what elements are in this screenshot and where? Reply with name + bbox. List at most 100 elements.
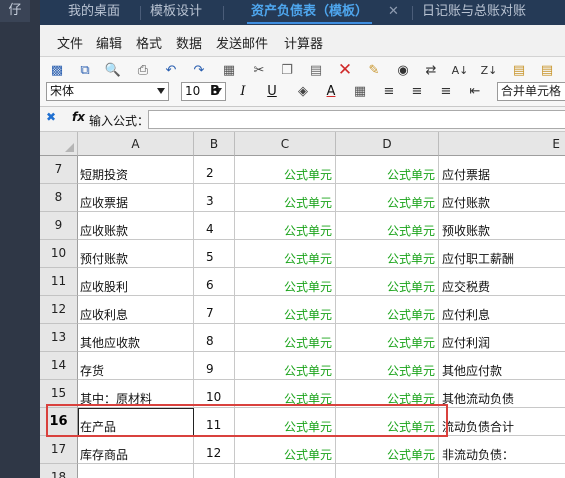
tab-my-desktop[interactable]: 我的桌面	[68, 0, 120, 25]
menu-send-email[interactable]: 发送邮件	[216, 33, 268, 52]
cell-d[interactable]: 公式单元	[336, 296, 439, 324]
cell-d[interactable]: 公式单元	[336, 352, 439, 380]
cell-e[interactable]: 其他流动负债	[439, 380, 565, 408]
cell-a[interactable]: 应收股利	[78, 268, 194, 296]
cell-c[interactable]: 公式单元	[235, 296, 336, 324]
row-header[interactable]: 7	[40, 156, 78, 184]
cell-b[interactable]: 6	[194, 268, 235, 296]
cell-a[interactable]: 应收账款	[78, 212, 194, 240]
cell-e[interactable]: 预收账款	[439, 212, 565, 240]
italic-button[interactable]: I	[234, 82, 252, 101]
cell-c[interactable]: 公式单元	[235, 436, 336, 464]
row-header[interactable]: 12	[40, 296, 78, 324]
menu-edit[interactable]: 编辑	[96, 33, 122, 52]
row-header[interactable]: 13	[40, 324, 78, 352]
select-all-corner[interactable]	[40, 132, 78, 156]
cell-e[interactable]: 应付账款	[439, 184, 565, 212]
cell-b[interactable]	[194, 464, 235, 478]
underline-button[interactable]: U	[263, 82, 281, 101]
row-header[interactable]: 16	[40, 408, 78, 436]
cell-b[interactable]: 9	[194, 352, 235, 380]
cell-c[interactable]: 公式单元	[235, 268, 336, 296]
cancel-formula-icon[interactable]: ✖	[46, 110, 56, 124]
cell-b[interactable]: 2	[194, 156, 235, 184]
cell-d[interactable]: 公式单元	[336, 324, 439, 352]
menu-file[interactable]: 文件	[57, 33, 83, 52]
cell-b[interactable]: 5	[194, 240, 235, 268]
paste-special-icon[interactable]: ▤	[538, 61, 556, 79]
column-header-d[interactable]: D	[336, 132, 439, 156]
cell-c[interactable]: 公式单元	[235, 212, 336, 240]
cell-b[interactable]: 3	[194, 184, 235, 212]
cell-c[interactable]: 公式单元	[235, 184, 336, 212]
cell-b[interactable]: 12	[194, 436, 235, 464]
font-name-select[interactable]: 宋体	[46, 82, 169, 101]
save-icon[interactable]: ▩	[48, 61, 66, 79]
row-header[interactable]: 18	[40, 464, 78, 478]
spreadsheet-grid[interactable]: A B C D E 7 短期投资 2 公式单元 公式单元 应付票据 8 应收票据 3 公式单元 公式…	[40, 132, 565, 478]
tab-balance-sheet-template[interactable]: 资产负债表（模板）	[246, 0, 373, 25]
cell-b[interactable]: 10	[194, 380, 235, 408]
cell-d[interactable]: 公式单元	[336, 156, 439, 184]
row-header[interactable]: 8	[40, 184, 78, 212]
fill-color-icon[interactable]: ◈	[294, 82, 312, 101]
cell-d[interactable]: 公式单元	[336, 380, 439, 408]
cell-c[interactable]: 公式单元	[235, 380, 336, 408]
bold-button[interactable]: B	[206, 82, 224, 101]
copy-icon[interactable]: ❐	[278, 61, 296, 79]
cell-b[interactable]: 8	[194, 324, 235, 352]
cell-d[interactable]: 公式单元	[336, 436, 439, 464]
cell-e[interactable]: 非流动负债：	[439, 436, 565, 464]
cell-e[interactable]: 应付利润	[439, 324, 565, 352]
select-all-icon[interactable]: ▦	[220, 61, 238, 79]
undo-icon[interactable]: ↶	[162, 61, 180, 79]
cell-e[interactable]: 应付职工薪酬	[439, 240, 565, 268]
row-header[interactable]: 9	[40, 212, 78, 240]
cell-d[interactable]	[336, 464, 439, 478]
border-icon[interactable]: ▦	[351, 82, 369, 101]
cell-d[interactable]: 公式单元	[336, 212, 439, 240]
cell-a[interactable]: 在产品	[78, 408, 194, 436]
find-icon[interactable]: ◉	[394, 61, 412, 79]
cell-d[interactable]: 公式单元	[336, 240, 439, 268]
menu-data[interactable]: 数据	[176, 33, 202, 52]
align-right-icon[interactable]: ≡	[437, 82, 455, 101]
cell-e[interactable]: 流动负债合计	[439, 408, 565, 436]
column-header-b[interactable]: B	[194, 132, 235, 156]
cell-e[interactable]	[439, 464, 565, 478]
indent-icon[interactable]: ⇤	[466, 82, 484, 101]
column-header-a[interactable]: A	[78, 132, 194, 156]
merge-cells-button[interactable]: 合并单元格	[497, 82, 565, 101]
font-color-button[interactable]: A	[322, 82, 340, 101]
cell-c[interactable]: 公式单元	[235, 408, 336, 436]
cell-e[interactable]: 应付利息	[439, 296, 565, 324]
menu-format[interactable]: 格式	[136, 33, 162, 52]
column-header-e[interactable]: E	[439, 132, 565, 156]
tab-journal-ledger-reconciliation[interactable]: 日记账与总账对账	[422, 0, 526, 25]
format-brush-icon[interactable]: ✎	[365, 61, 383, 79]
cell-a[interactable]: 其他应收款	[78, 324, 194, 352]
sort-descending-icon[interactable]: Z↓	[480, 61, 498, 79]
cell-e[interactable]: 应交税费	[439, 268, 565, 296]
cell-e[interactable]: 其他应付款	[439, 352, 565, 380]
align-center-icon[interactable]: ≡	[408, 82, 426, 101]
cell-c[interactable]: 公式单元	[235, 240, 336, 268]
cell-a[interactable]: 应收票据	[78, 184, 194, 212]
tab-close-icon[interactable]: ✕	[388, 0, 399, 25]
cell-b[interactable]: 7	[194, 296, 235, 324]
row-header[interactable]: 11	[40, 268, 78, 296]
cell-d[interactable]: 公式单元	[336, 184, 439, 212]
cell-a[interactable]: 短期投资	[78, 156, 194, 184]
align-left-icon[interactable]: ≡	[380, 82, 398, 101]
cell-e[interactable]: 应付票据	[439, 156, 565, 184]
row-header[interactable]: 17	[40, 436, 78, 464]
sort-ascending-icon[interactable]: A↓	[451, 61, 469, 79]
cell-a[interactable]: 预付账款	[78, 240, 194, 268]
cell-b[interactable]: 4	[194, 212, 235, 240]
cell-c[interactable]: 公式单元	[235, 156, 336, 184]
menu-calculator[interactable]: 计算器	[284, 33, 323, 52]
save-as-icon[interactable]: ⧉	[76, 61, 94, 79]
cell-a[interactable]: 应收利息	[78, 296, 194, 324]
print-preview-icon[interactable]: 🔍	[104, 61, 122, 79]
column-header-c[interactable]: C	[235, 132, 336, 156]
